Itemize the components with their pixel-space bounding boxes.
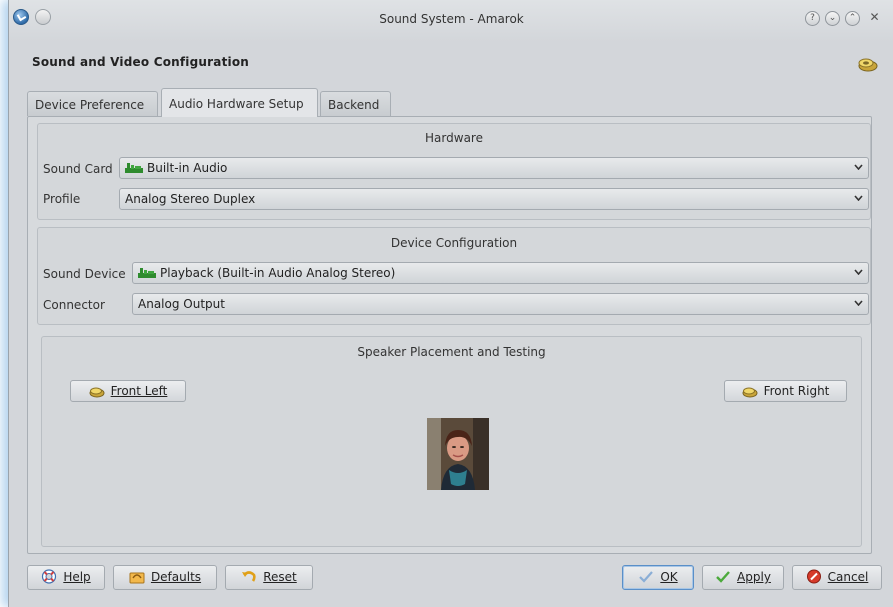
sound-card-icon [125, 163, 143, 173]
chevron-down-icon [854, 164, 863, 170]
undo-arrow-icon [242, 571, 256, 582]
minimize-icon[interactable]: ⌄ [825, 11, 840, 26]
help-label: Help [63, 570, 91, 584]
tab-audio-hardware-setup[interactable]: Audio Hardware Setup [161, 88, 318, 117]
help-button[interactable]: Help [27, 565, 105, 590]
apply-label: Apply [737, 570, 771, 584]
cancel-button[interactable]: Cancel [792, 565, 882, 590]
chevron-down-icon [854, 300, 863, 306]
help-lifebuoy-icon [42, 569, 57, 584]
speaker-icon [89, 387, 105, 398]
ok-label: OK [660, 570, 678, 584]
audio-hardware-panel: Hardware Sound Card Built-in Audio Profi… [27, 116, 872, 554]
cancel-icon [806, 569, 821, 584]
close-icon[interactable]: ✕ [867, 11, 882, 26]
chevron-down-icon [854, 269, 863, 275]
user-avatar[interactable] [427, 418, 489, 490]
help-icon[interactable]: ? [805, 11, 820, 26]
speaker-icon [742, 387, 758, 398]
checkmark-icon [639, 571, 654, 583]
reset-button[interactable]: Reset [225, 565, 313, 590]
dialog-heading: Sound and Video Configuration [32, 55, 250, 69]
profile-label: Profile [43, 192, 81, 206]
window-title: Sound System - Amarok [379, 12, 524, 26]
maximize-icon[interactable]: ⌃ [845, 11, 860, 26]
defaults-label: Defaults [150, 570, 202, 584]
connector-combo[interactable]: Analog Output [132, 293, 869, 315]
reset-label: Reset [263, 570, 297, 584]
sound-device-value: Playback (Built-in Audio Analog Stereo) [160, 266, 396, 280]
connector-value: Analog Output [138, 297, 225, 311]
checkmark-icon [716, 571, 730, 583]
defaults-button[interactable]: Defaults [113, 565, 217, 590]
sound-system-window: Sound System - Amarok ? ⌄ ⌃ ✕ Sound and … [8, 0, 893, 607]
cancel-label: Cancel [827, 570, 869, 584]
connector-label: Connector [43, 298, 105, 312]
sound-device-combo[interactable]: Playback (Built-in Audio Analog Stereo) [132, 262, 869, 284]
title-bar: Sound System - Amarok ? ⌄ ⌃ ✕ [9, 0, 893, 42]
front-right-label: Front Right [763, 384, 830, 398]
hardware-group: Hardware Sound Card Built-in Audio Profi… [37, 123, 871, 220]
speaker-placement-group: Speaker Placement and Testing Front Left… [41, 336, 862, 547]
speaker-group-title: Speaker Placement and Testing [357, 345, 546, 359]
tab-backend[interactable]: Backend [320, 91, 391, 116]
sound-card-value: Built-in Audio [147, 161, 228, 175]
hardware-group-title: Hardware [425, 131, 483, 145]
apply-button[interactable]: Apply [702, 565, 784, 590]
sound-device-label: Sound Device [43, 267, 126, 281]
front-left-button[interactable]: Front Left [70, 380, 186, 402]
ok-button[interactable]: OK [622, 565, 694, 590]
device-configuration-group: Device Configuration Sound Device Playba… [37, 227, 871, 325]
device-config-group-title: Device Configuration [390, 236, 518, 250]
sound-card-label: Sound Card [43, 162, 113, 176]
sound-card-icon [138, 268, 156, 278]
tab-device-preference[interactable]: Device Preference [27, 91, 158, 116]
defaults-icon [129, 572, 145, 584]
profile-value: Analog Stereo Duplex [125, 192, 256, 206]
front-right-button[interactable]: Front Right [724, 380, 847, 402]
profile-combo[interactable]: Analog Stereo Duplex [119, 188, 869, 210]
chevron-down-icon [854, 195, 863, 201]
sound-card-combo[interactable]: Built-in Audio [119, 157, 869, 179]
front-left-label: Front Left [110, 384, 168, 398]
speaker-icon [858, 58, 878, 72]
